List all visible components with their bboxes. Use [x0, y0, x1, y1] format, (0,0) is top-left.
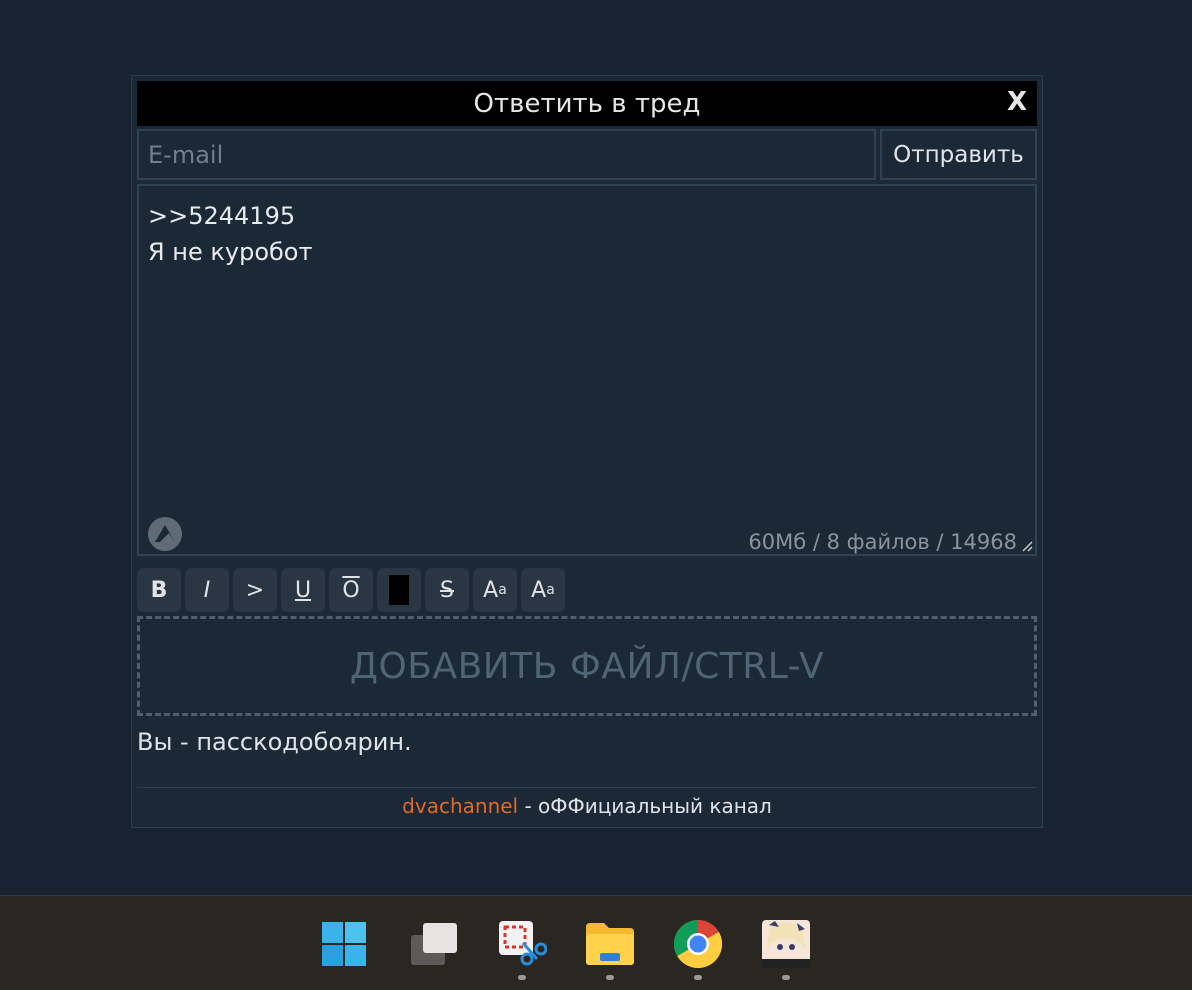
channel-link[interactable]: dvachannel — [402, 794, 518, 818]
strikethrough-button[interactable]: S — [425, 568, 469, 612]
file-dropzone[interactable]: ДОБАВИТЬ ФАЙЛ/CTRL-V — [137, 616, 1037, 716]
markup-toolbar: B I > U O S Aa Aa — [137, 568, 565, 612]
spoiler-icon — [389, 575, 409, 605]
strike-label: S — [440, 577, 454, 603]
sub-small-label: a — [546, 582, 555, 598]
passcode-status: Вы - пасскодобоярин. — [137, 728, 412, 756]
subscript-button[interactable]: Aa — [521, 568, 565, 612]
email-field[interactable] — [137, 129, 876, 180]
overline-label: O — [342, 577, 360, 603]
taskbar-file-explorer[interactable] — [584, 918, 636, 980]
dvach-logo-icon[interactable] — [147, 516, 183, 552]
resize-handle-icon[interactable] — [1021, 540, 1033, 552]
taskbar-hoyoverse[interactable] — [760, 918, 812, 980]
taskbar-start[interactable] — [318, 918, 370, 970]
quote-label: > — [245, 577, 265, 603]
task-view-icon — [411, 923, 457, 965]
footer-divider — [137, 787, 1037, 788]
running-indicator — [782, 975, 790, 980]
underline-label: U — [294, 577, 312, 603]
superscript-button[interactable]: Aa — [473, 568, 517, 612]
taskbar-snipping-tool[interactable] — [496, 918, 548, 980]
sub-main-label: A — [531, 577, 547, 603]
running-indicator — [694, 975, 702, 980]
file-explorer-icon — [586, 923, 634, 965]
quote-button[interactable]: > — [233, 568, 277, 612]
underline-button[interactable]: U — [281, 568, 325, 612]
taskbar-chrome[interactable] — [672, 918, 724, 980]
sup-main-label: A — [483, 577, 499, 603]
footer: dvachannel - оФФициальный канал — [137, 794, 1037, 818]
footer-text: - оФФициальный канал — [518, 794, 772, 818]
chrome-icon — [673, 920, 723, 969]
running-indicator — [606, 975, 614, 980]
italic-label: I — [203, 577, 211, 603]
overline-button[interactable]: O — [329, 568, 373, 612]
send-button[interactable]: Отправить — [880, 129, 1037, 180]
bold-label: B — [150, 577, 168, 603]
bold-button[interactable]: B — [137, 568, 181, 612]
spoiler-button[interactable] — [377, 568, 421, 612]
comment-text[interactable]: >>5244195 Я не куробот — [139, 186, 1035, 282]
close-button[interactable]: X — [1007, 87, 1027, 117]
comment-textarea[interactable]: >>5244195 Я не куробот 60Мб / 8 файлов /… — [137, 184, 1037, 556]
file-limit-counter: 60Мб / 8 файлов / 14968 — [748, 530, 1017, 554]
snipping-tool-icon — [499, 921, 547, 966]
reply-dialog: Ответить в тред X Отправить >>5244195 Я … — [131, 75, 1043, 828]
dialog-title-bar[interactable]: Ответить в тред X — [137, 81, 1037, 126]
sup-small-label: a — [498, 582, 507, 598]
windows-start-icon — [322, 922, 366, 966]
dialog-title: Ответить в тред — [473, 88, 701, 119]
hoyoverse-app-icon — [762, 920, 810, 968]
taskbar-task-view[interactable] — [408, 918, 460, 970]
taskbar — [0, 895, 1192, 990]
italic-button[interactable]: I — [185, 568, 229, 612]
running-indicator — [518, 975, 526, 980]
